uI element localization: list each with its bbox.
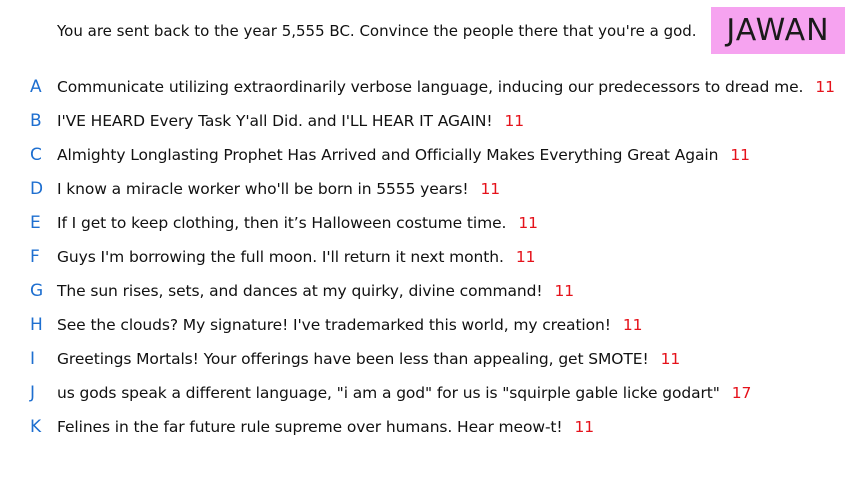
answer-letter: B (30, 111, 42, 131)
answer-score: 11 (480, 180, 500, 198)
answer-row-j[interactable]: J us gods speak a different language, "i… (0, 378, 853, 408)
answer-text: The sun rises, sets, and dances at my qu… (57, 282, 574, 300)
answer-row-b[interactable]: B I'VE HEARD Every Task Y'all Did. and I… (0, 106, 853, 136)
answer-letter: G (30, 281, 44, 301)
answer-row-a[interactable]: A Communicate utilizing extraordinarily … (0, 72, 853, 102)
answer-row-h[interactable]: H See the clouds? My signature! I've tra… (0, 310, 853, 340)
answer-letter: D (30, 179, 44, 199)
answer-row-d[interactable]: D I know a miracle worker who'll be born… (0, 174, 853, 204)
answer-score: 11 (518, 214, 538, 232)
answer-letter: A (30, 77, 42, 97)
answer-text: See the clouds? My signature! I've trade… (57, 316, 643, 334)
answer-row-i[interactable]: I Greetings Mortals! Your offerings have… (0, 344, 853, 374)
answer-text: Greetings Mortals! Your offerings have b… (57, 350, 681, 368)
answer-score: 11 (504, 112, 524, 130)
answer-text: I'VE HEARD Every Task Y'all Did. and I'L… (57, 112, 524, 130)
answer-letter: J (30, 383, 36, 403)
answer-text: Guys I'm borrowing the full moon. I'll r… (57, 248, 536, 266)
answer-score: 11 (815, 78, 835, 96)
answer-score: 11 (554, 282, 574, 300)
answer-score: 11 (660, 350, 681, 368)
answer-row-f[interactable]: F Guys I'm borrowing the full moon. I'll… (0, 242, 853, 272)
answer-text: Felines in the far future rule supreme o… (57, 418, 595, 436)
answer-score: 11 (574, 418, 595, 436)
answer-letter: I (30, 349, 36, 369)
answer-text: us gods speak a different language, "i a… (57, 384, 752, 402)
answer-row-k[interactable]: K Felines in the far future rule supreme… (0, 412, 853, 442)
answer-row-e[interactable]: E If I get to keep clothing, then it’s H… (0, 208, 853, 238)
player-name-badge: JAWAN (711, 7, 845, 54)
prompt-text: You are sent back to the year 5,555 BC. … (57, 22, 697, 40)
answer-letter: F (30, 247, 40, 267)
answer-letter: E (30, 213, 41, 233)
answer-score: 11 (515, 248, 536, 266)
answer-text: If I get to keep clothing, then it’s Hal… (57, 214, 538, 232)
answer-text: Communicate utilizing extraordinarily ve… (57, 78, 835, 96)
answer-letter: C (30, 145, 42, 165)
answer-text: Almighty Longlasting Prophet Has Arrived… (57, 146, 750, 164)
answer-score: 17 (731, 384, 752, 402)
answer-score: 11 (622, 316, 643, 334)
answer-letter: H (30, 315, 43, 335)
player-name: JAWAN (726, 13, 830, 48)
answer-letter: K (30, 417, 42, 437)
answer-text: I know a miracle worker who'll be born i… (57, 180, 500, 198)
answer-score: 11 (730, 146, 750, 164)
answer-row-c[interactable]: C Almighty Longlasting Prophet Has Arriv… (0, 140, 853, 170)
answer-row-g[interactable]: G The sun rises, sets, and dances at my … (0, 276, 853, 306)
